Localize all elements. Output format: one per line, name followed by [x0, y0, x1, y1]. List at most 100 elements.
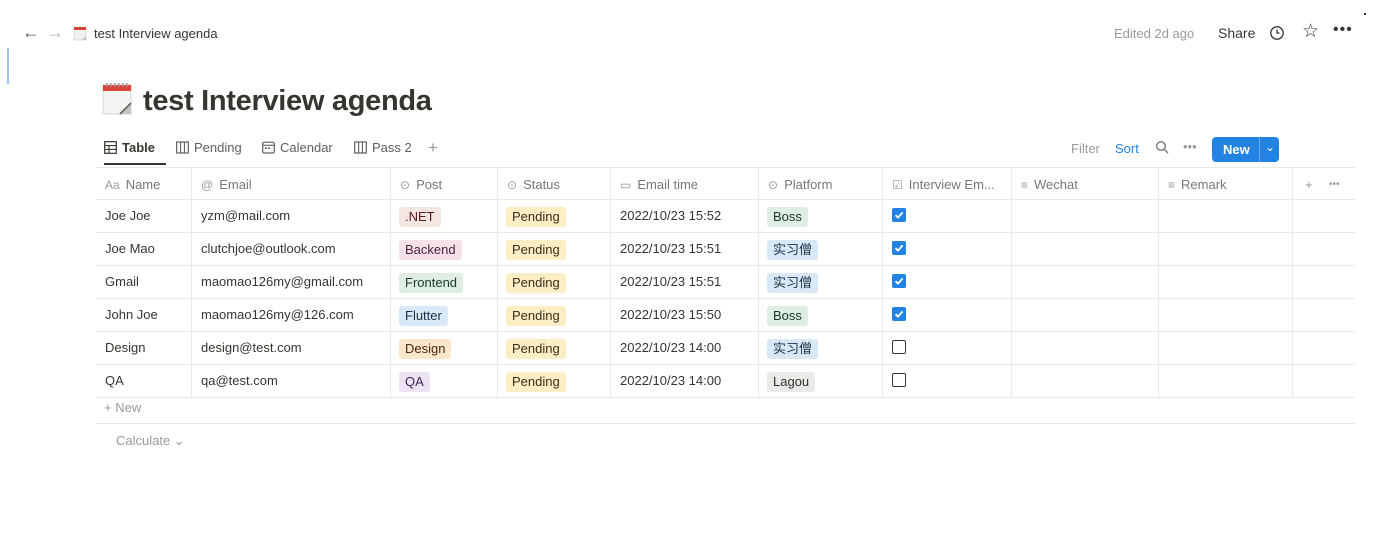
cell-platform[interactable]: Boss: [759, 299, 883, 331]
table-row[interactable]: Joe Mao clutchjoe@outlook.com Backend Pendi…: [96, 233, 1355, 266]
cell-interview-email[interactable]: [883, 233, 1012, 265]
cell-email-time[interactable]: 2022/10/23 15:50: [611, 299, 759, 331]
sort-button[interactable]: Sort: [1115, 141, 1139, 156]
search-icon[interactable]: [1155, 140, 1169, 154]
cell-wechat[interactable]: [1012, 266, 1159, 298]
calculate-button[interactable]: Calculate ⌄: [116, 433, 185, 449]
chevron-down-icon[interactable]: ⌄: [1265, 140, 1275, 154]
cell-wechat[interactable]: [1012, 233, 1159, 265]
breadcrumb-title[interactable]: test Interview agenda: [94, 26, 218, 41]
back-arrow-icon[interactable]: ←: [22, 22, 40, 42]
cell-name[interactable]: Design: [96, 332, 192, 364]
cell-email[interactable]: qa@test.com: [192, 365, 391, 397]
cell-interview-email[interactable]: [883, 200, 1012, 232]
cell-interview-email[interactable]: [883, 266, 1012, 298]
cell-remark[interactable]: [1159, 266, 1293, 298]
tab-pass-2[interactable]: Pass 2: [354, 140, 412, 155]
cell-email[interactable]: yzm@mail.com: [192, 200, 391, 232]
table-row[interactable]: Joe Joe yzm@mail.com .NET Pending 2022/10/23…: [96, 200, 1355, 233]
column-header-wechat[interactable]: ≡ Wechat: [1012, 168, 1159, 199]
add-view-button[interactable]: +: [428, 138, 438, 158]
cell-status[interactable]: Pending: [498, 365, 611, 397]
active-tab-indicator: [104, 163, 166, 165]
cell-platform[interactable]: 实习僧: [759, 266, 883, 298]
cell-email[interactable]: clutchjoe@outlook.com: [192, 233, 391, 265]
tab-pending[interactable]: Pending: [176, 140, 242, 155]
interview-email-checkbox[interactable]: [892, 274, 906, 288]
cell-interview-email[interactable]: [883, 365, 1012, 397]
cell-remark[interactable]: [1159, 200, 1293, 232]
cell-email-time[interactable]: 2022/10/23 15:52: [611, 200, 759, 232]
cell-interview-email[interactable]: [883, 332, 1012, 364]
add-column-icon[interactable]: +: [1305, 177, 1313, 192]
cell-interview-email[interactable]: [883, 299, 1012, 331]
page-calendar-icon[interactable]: [100, 82, 134, 116]
column-header-email[interactable]: @ Email: [192, 168, 391, 199]
toolbar-more-icon[interactable]: •••: [1183, 139, 1197, 154]
cell-wechat[interactable]: [1012, 332, 1159, 364]
table-row[interactable]: Design design@test.com Design Pending 2022/1…: [96, 332, 1355, 365]
column-header-name[interactable]: Aa Name: [96, 168, 192, 199]
page-title[interactable]: test Interview agenda: [143, 85, 432, 118]
cell-platform[interactable]: Lagou: [759, 365, 883, 397]
cell-status[interactable]: Pending: [498, 299, 611, 331]
cell-remark[interactable]: [1159, 365, 1293, 397]
cell-wechat[interactable]: [1012, 299, 1159, 331]
cell-status[interactable]: Pending: [498, 332, 611, 364]
new-button[interactable]: New ⌄: [1212, 137, 1279, 162]
cell-status[interactable]: Pending: [498, 200, 611, 232]
cell-post[interactable]: Design: [391, 332, 498, 364]
cell-platform[interactable]: 实习僧: [759, 233, 883, 265]
cell-email[interactable]: maomao126my@gmail.com: [192, 266, 391, 298]
cell-post[interactable]: Flutter: [391, 299, 498, 331]
interview-email-checkbox[interactable]: [892, 340, 906, 354]
cell-name[interactable]: John Joe: [96, 299, 192, 331]
clock-icon[interactable]: [1269, 25, 1285, 41]
cell-name[interactable]: QA: [96, 365, 192, 397]
more-icon[interactable]: •••: [1333, 21, 1353, 39]
table-row[interactable]: QA qa@test.com QA Pending 2022/10/23 14:00 La…: [96, 365, 1355, 398]
interview-email-checkbox[interactable]: [892, 241, 906, 255]
cell-post[interactable]: Frontend: [391, 266, 498, 298]
table-row[interactable]: Gmail maomao126my@gmail.com Frontend Pendin…: [96, 266, 1355, 299]
cell-remark[interactable]: [1159, 233, 1293, 265]
cell-post[interactable]: .NET: [391, 200, 498, 232]
cell-name[interactable]: Joe Joe: [96, 200, 192, 232]
cell-email-time[interactable]: 2022/10/23 14:00: [611, 365, 759, 397]
column-header-platform[interactable]: ⊙ Platform: [759, 168, 883, 199]
cell-email-time[interactable]: 2022/10/23 15:51: [611, 266, 759, 298]
filter-button[interactable]: Filter: [1071, 141, 1100, 156]
cell-remark[interactable]: [1159, 299, 1293, 331]
column-header-status[interactable]: ⊙ Status: [498, 168, 611, 199]
forward-arrow-icon[interactable]: →: [46, 22, 64, 42]
column-header-post[interactable]: ⊙ Post: [391, 168, 498, 199]
cell-name[interactable]: Joe Mao: [96, 233, 192, 265]
cell-post[interactable]: QA: [391, 365, 498, 397]
column-header-email-time[interactable]: ▭ Email time: [611, 168, 759, 199]
column-more-icon[interactable]: •••: [1329, 179, 1340, 190]
add-row-button[interactable]: + New: [104, 400, 141, 415]
share-button[interactable]: Share: [1218, 25, 1255, 41]
column-header-interview-email[interactable]: ☑ Interview Em...: [883, 168, 1012, 199]
cell-name[interactable]: Gmail: [96, 266, 192, 298]
cell-remark[interactable]: [1159, 332, 1293, 364]
interview-email-checkbox[interactable]: [892, 208, 906, 222]
cell-platform[interactable]: Boss: [759, 200, 883, 232]
cell-status[interactable]: Pending: [498, 266, 611, 298]
cell-email[interactable]: design@test.com: [192, 332, 391, 364]
column-header-remark[interactable]: ≡ Remark: [1159, 168, 1293, 199]
interview-email-checkbox[interactable]: [892, 307, 906, 321]
cell-email[interactable]: maomao126my@126.com: [192, 299, 391, 331]
cell-status[interactable]: Pending: [498, 233, 611, 265]
star-icon[interactable]: ☆: [1302, 22, 1319, 42]
cell-wechat[interactable]: [1012, 200, 1159, 232]
interview-email-checkbox[interactable]: [892, 373, 906, 387]
cell-email-time[interactable]: 2022/10/23 15:51: [611, 233, 759, 265]
table-row[interactable]: John Joe maomao126my@126.com Flutter Pendin…: [96, 299, 1355, 332]
cell-post[interactable]: Backend: [391, 233, 498, 265]
cell-platform[interactable]: 实习僧: [759, 332, 883, 364]
tab-table[interactable]: Table: [104, 140, 155, 155]
cell-email-time[interactable]: 2022/10/23 14:00: [611, 332, 759, 364]
cell-wechat[interactable]: [1012, 365, 1159, 397]
tab-calendar[interactable]: Calendar: [262, 140, 333, 155]
